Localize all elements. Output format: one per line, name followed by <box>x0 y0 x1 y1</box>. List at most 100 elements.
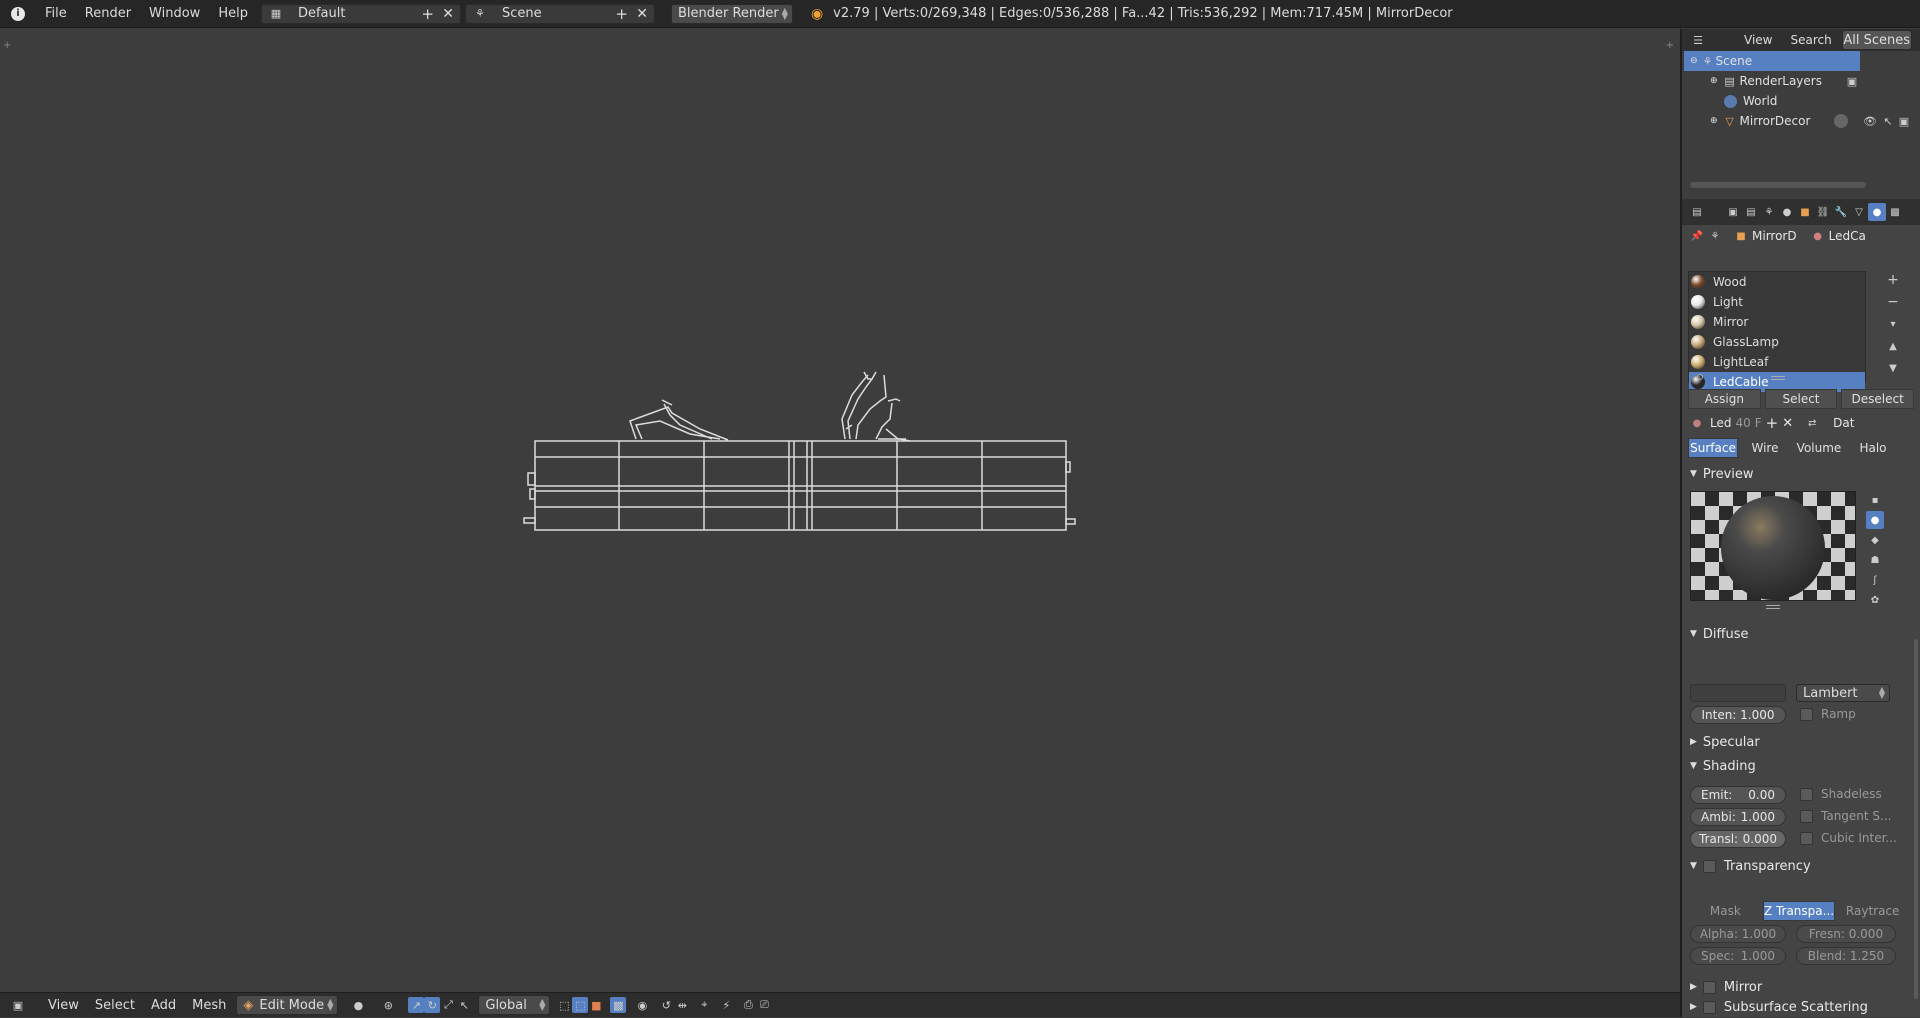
menu-view[interactable]: View <box>40 998 87 1013</box>
ramp-checkbox[interactable]: Ramp <box>1800 707 1856 721</box>
manipulator-extra-icon[interactable]: ↖ <box>456 997 472 1013</box>
outliner-scrollbar[interactable] <box>1690 182 1866 188</box>
renderlayer-toggle-icon[interactable]: ▣ <box>1844 73 1860 89</box>
render-preview-icon[interactable]: ⚡ <box>718 997 734 1013</box>
add-slot-icon[interactable]: + <box>1884 271 1902 289</box>
scene-tab-icon[interactable]: ⚘ <box>1760 203 1778 221</box>
material-slot-list[interactable]: Wood Light Mirror GlassLamp LightLeaf LedCabl… <box>1688 271 1866 392</box>
display-mode-dropdown[interactable]: All Scenes <box>1841 30 1912 50</box>
snap-target-icon[interactable]: ⌖ <box>696 997 712 1013</box>
tangent-shading-checkbox[interactable]: Tangent S... <box>1800 809 1892 823</box>
add-layout-icon[interactable]: + <box>421 5 434 23</box>
object-tab-icon[interactable]: ■ <box>1796 203 1814 221</box>
tab-volume[interactable]: Volume <box>1792 438 1846 458</box>
shadeless-checkbox[interactable]: Shadeless <box>1800 787 1882 801</box>
editor-type-icon[interactable]: ▣ <box>10 997 26 1013</box>
diffuse-shader-dropdown[interactable]: Lambert ▲ ▼ <box>1796 684 1890 702</box>
datablock-name[interactable]: Led <box>1710 416 1731 430</box>
manipulator-scale-icon[interactable]: ⤢ <box>440 997 456 1013</box>
preview-cube-icon[interactable]: ◆ <box>1866 531 1884 549</box>
3d-viewport[interactable]: + + <box>0 29 1680 992</box>
ambient-field[interactable]: Ambi: 1.000 <box>1690 808 1786 826</box>
limit-selection-icon[interactable]: ▩ <box>610 997 627 1013</box>
fresnel-field[interactable]: Fresn: 0.000 <box>1796 925 1896 943</box>
outliner-menu-view[interactable]: View <box>1744 33 1772 47</box>
data-tab-icon[interactable]: ▽ <box>1850 203 1868 221</box>
remove-layout-icon[interactable]: ✕ <box>442 6 454 22</box>
specular-alpha-field[interactable]: Spec: 1.000 <box>1690 947 1786 965</box>
mode-mask[interactable]: Mask <box>1690 901 1761 921</box>
preview-monkey-icon[interactable]: ☗ <box>1866 551 1884 569</box>
remove-slot-icon[interactable]: − <box>1884 293 1902 311</box>
menu-file[interactable]: File <box>36 6 76 21</box>
cubic-interpolation-checkbox[interactable]: Cubic Inter... <box>1800 831 1897 845</box>
list-grip-icon[interactable] <box>1771 376 1785 380</box>
alpha-field[interactable]: Alpha: 1.000 <box>1690 925 1786 943</box>
outliner-item-renderlayers[interactable]: ⊕ ▤ RenderLayers ▣ <box>1682 71 1920 91</box>
layout-selector[interactable]: ▦ Default + ✕ <box>260 3 461 24</box>
preview-hair-icon[interactable]: ʃ <box>1866 571 1884 589</box>
mirror-enable-checkbox[interactable] <box>1702 980 1716 994</box>
ramp-check-box[interactable] <box>1800 707 1813 721</box>
render-camera-icon[interactable]: ▣ <box>1896 113 1912 129</box>
snap-element-icon[interactable]: ⇹ <box>674 997 690 1013</box>
texture-tab-icon[interactable]: ▩ <box>1886 203 1904 221</box>
menu-select[interactable]: Select <box>87 998 143 1013</box>
deselect-button[interactable]: Deselect <box>1841 389 1915 409</box>
outliner-item-scene[interactable]: ⊖ ⚘ Scene <box>1684 51 1860 71</box>
remove-scene-icon[interactable]: ✕ <box>636 6 648 22</box>
cubic-check-box[interactable] <box>1800 831 1813 845</box>
render-tab-icon[interactable]: ▣ <box>1724 203 1742 221</box>
select-button[interactable]: Select <box>1764 389 1838 409</box>
material-slot-item[interactable]: Light <box>1689 292 1865 312</box>
opengl-anim-icon[interactable]: ⎚ <box>756 997 772 1013</box>
diffuse-color-swatch[interactable] <box>1690 684 1786 702</box>
tangent-check-box[interactable] <box>1800 809 1813 823</box>
panel-preview-header[interactable]: ▼ Preview <box>1682 463 1920 485</box>
mode-z-transparency[interactable]: Z Transpa... <box>1762 901 1836 921</box>
material-icon[interactable] <box>1834 114 1848 128</box>
material-tab-icon[interactable]: ● <box>1868 203 1886 221</box>
collapse-icon[interactable]: ⊖ <box>1690 56 1698 66</box>
outliner-editor-icon[interactable]: ☰ <box>1690 32 1706 48</box>
render-engine-dropdown[interactable]: Blender Render ▲ ▼ <box>670 3 793 24</box>
panel-diffuse-header[interactable]: ▼ Diffuse <box>1682 623 1920 645</box>
translucency-field[interactable]: Transl: 0.000 <box>1690 830 1786 848</box>
shadeless-check-box[interactable] <box>1800 787 1813 801</box>
panel-sss-header[interactable]: ▶ Subsurface Scattering <box>1682 996 1920 1018</box>
move-down-icon[interactable]: ▼ <box>1884 359 1902 377</box>
opengl-render-icon[interactable]: ⎙ <box>740 997 756 1013</box>
outliner-menu-search[interactable]: Search <box>1790 33 1831 47</box>
menu-mesh[interactable]: Mesh <box>184 998 234 1013</box>
proportional-edit-icon[interactable]: ◉ <box>634 997 650 1013</box>
material-slot-item[interactable]: GlassLamp <box>1689 332 1865 352</box>
menu-help[interactable]: Help <box>209 6 257 21</box>
fake-user-toggle[interactable]: F <box>1755 416 1762 430</box>
move-up-icon[interactable]: ▲ <box>1884 337 1902 355</box>
edge-select-icon[interactable]: ⬚ <box>572 997 589 1013</box>
menu-add[interactable]: Add <box>143 998 184 1013</box>
panel-mirror-header[interactable]: ▶ Mirror <box>1682 976 1920 998</box>
material-slot-item[interactable]: Wood <box>1689 272 1865 292</box>
properties-editor-icon[interactable]: ▤ <box>1688 203 1706 221</box>
menu-render[interactable]: Render <box>76 6 140 21</box>
eye-icon[interactable]: 👁 <box>1862 113 1878 129</box>
new-material-icon[interactable]: + <box>1766 414 1779 432</box>
menu-window[interactable]: Window <box>140 6 209 21</box>
snap-toggle-icon[interactable]: ↺ <box>658 997 674 1013</box>
vertex-select-icon[interactable]: ⬚ <box>556 997 572 1013</box>
assign-button[interactable]: Assign <box>1688 389 1761 409</box>
transparency-enable-checkbox[interactable] <box>1702 859 1716 873</box>
expand-icon[interactable]: ⊕ <box>1710 76 1718 86</box>
scene-selector[interactable]: ⚘ Scene + ✕ <box>464 3 655 24</box>
tab-halo[interactable]: Halo <box>1848 438 1898 458</box>
unlink-material-icon[interactable]: ✕ <box>1782 416 1793 431</box>
pivot-point-icon[interactable]: ⊛ <box>380 997 396 1013</box>
slot-specials-icon[interactable]: ▾ <box>1884 315 1902 333</box>
modifiers-tab-icon[interactable]: 🔧 <box>1832 203 1850 221</box>
panel-shading-header[interactable]: ▼ Shading <box>1682 755 1920 777</box>
material-slot-item[interactable]: LightLeaf <box>1689 352 1865 372</box>
world-tab-icon[interactable]: ● <box>1778 203 1796 221</box>
expand-icon[interactable]: ⊕ <box>1710 116 1718 126</box>
panel-specular-header[interactable]: ▶ Specular <box>1682 731 1920 753</box>
